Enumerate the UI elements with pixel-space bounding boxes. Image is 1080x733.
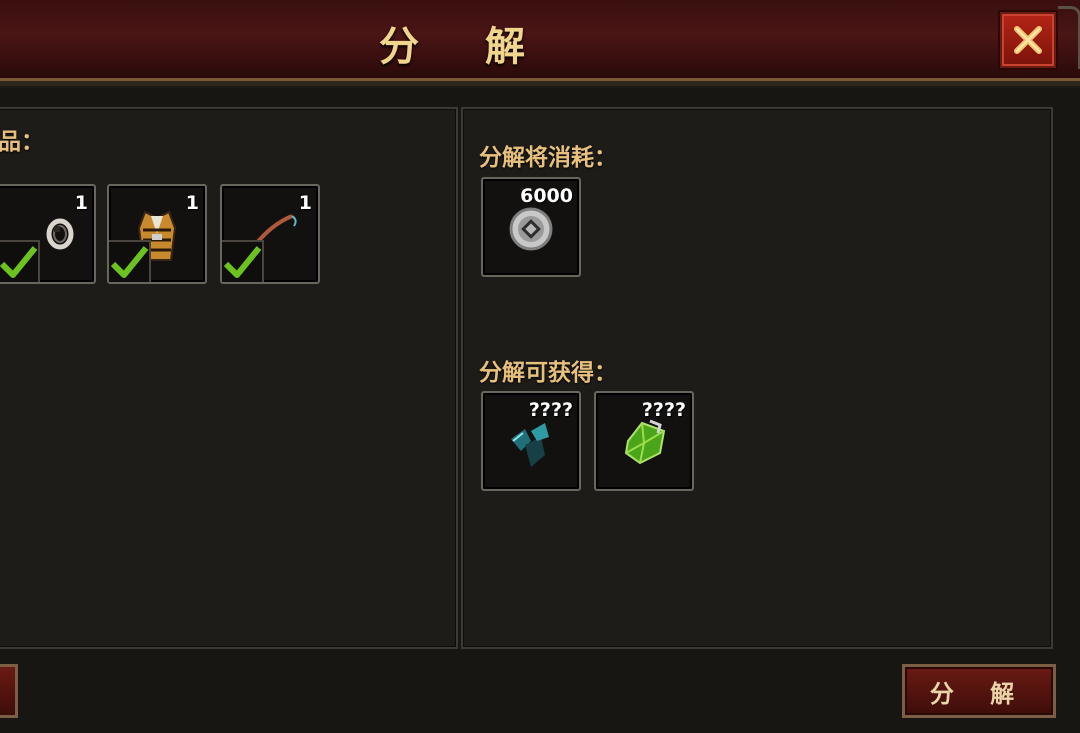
obtain-label: 分解可获得： <box>479 360 617 386</box>
cost-slot-silver-coin[interactable]: 6000 <box>481 177 581 277</box>
item-count: 1 <box>185 192 199 214</box>
checkmark-icon <box>0 246 38 278</box>
consume-label: 分解将消耗： <box>479 145 617 171</box>
decompose-button[interactable]: 分 解 <box>902 664 1056 718</box>
item-slot-robe[interactable]: 1 <box>107 184 207 284</box>
frame-corner-ornament <box>1058 6 1080 69</box>
item-count: 1 <box>298 192 312 214</box>
close-icon <box>1014 26 1042 54</box>
selected-items-label: 品： <box>0 129 44 155</box>
selected-checkbox[interactable] <box>222 240 264 282</box>
checkmark-icon <box>223 246 262 278</box>
selected-checkbox[interactable] <box>0 240 40 282</box>
window-title: 分 解 <box>379 23 551 70</box>
title-bar: 分 解 <box>0 0 1080 86</box>
item-slot-bracelet[interactable]: 1 <box>0 184 96 284</box>
item-count: 1 <box>74 192 88 214</box>
selected-checkbox[interactable] <box>109 240 151 282</box>
item-slot-whip[interactable]: 1 <box>220 184 320 284</box>
reward-amount: ???? <box>641 399 686 421</box>
reward-slot-green-gem[interactable]: ???? <box>594 391 694 491</box>
reward-slot-dark-crystal[interactable]: ???? <box>481 391 581 491</box>
secondary-button[interactable] <box>0 664 18 718</box>
checkmark-icon <box>110 246 149 278</box>
cost-amount: 6000 <box>520 185 573 207</box>
close-button[interactable] <box>1000 12 1056 68</box>
reward-amount: ???? <box>528 399 573 421</box>
